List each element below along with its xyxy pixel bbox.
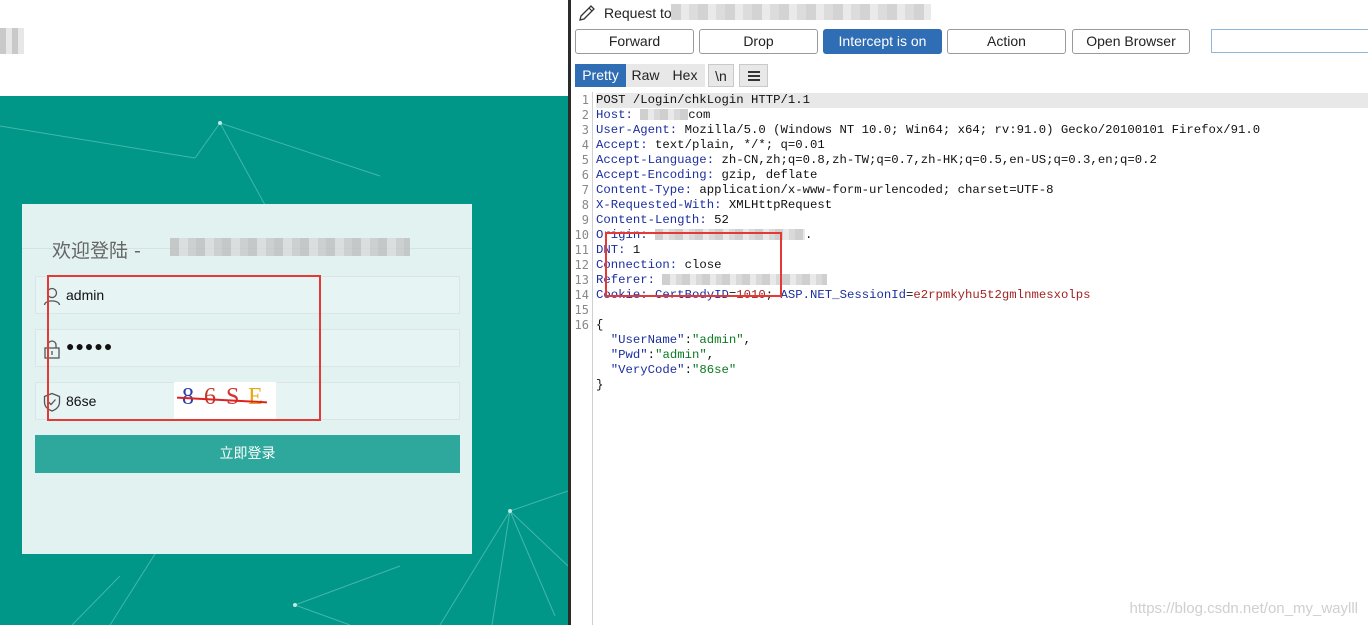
toggle-newlines-button[interactable]: \n	[708, 64, 734, 87]
json-key: "Pwd"	[610, 348, 648, 362]
line-number: 4	[581, 138, 589, 152]
line-number: 15	[574, 303, 589, 317]
line-number-gutter: 1 2 3 4 5 6 7 8 9 10 11 12 13 14 15 16	[575, 92, 593, 625]
header-accept-language: Accept-Language: zh-CN,zh;q=0.8,zh-TW;q=…	[596, 153, 1157, 167]
header-value: application/x-www-form-urlencoded; chars…	[699, 183, 1054, 197]
watermark: https://blog.csdn.net/on_my_waylll	[1129, 600, 1358, 617]
login-button[interactable]: 立即登录	[35, 435, 460, 473]
forward-button[interactable]: Forward	[575, 29, 694, 54]
intercept-toggle-button[interactable]: Intercept is on	[823, 29, 942, 54]
header-x-requested-with: X-Requested-With: XMLHttpRequest	[596, 198, 833, 212]
tab-raw[interactable]: Raw	[626, 64, 665, 87]
line-number: 12	[574, 258, 589, 272]
header-accept: Accept: text/plain, */*; q=0.01	[596, 138, 825, 152]
header-value: zh-CN,zh;q=0.8,zh-TW;q=0.7,zh-HK;q=0.5,e…	[721, 153, 1157, 167]
tab-pretty[interactable]: Pretty	[575, 64, 626, 87]
json-value: "admin"	[655, 348, 707, 362]
burp-intercept-panel: Request to Forward Drop Intercept is on …	[571, 0, 1368, 625]
action-button[interactable]: Action	[947, 29, 1066, 54]
header-content-type: Content-Type: application/x-www-form-url…	[596, 183, 1054, 197]
login-page: 欢迎登陆 - admin ●●●●● 86se 8	[0, 0, 568, 625]
line-number: 1	[581, 93, 589, 107]
line-number: 5	[581, 153, 589, 167]
line-number: 11	[574, 243, 589, 257]
blurred-site-name	[170, 238, 410, 256]
json-key: "VeryCode"	[610, 363, 685, 377]
line-number: 9	[581, 213, 589, 227]
header-key: Accept-Encoding	[596, 168, 707, 182]
search-input[interactable]	[1211, 29, 1368, 53]
header-value: text/plain, */*; q=0.01	[655, 138, 825, 152]
json-separator: ,	[743, 333, 751, 347]
blurred-target-url	[671, 4, 931, 20]
json-value: "admin"	[691, 333, 744, 347]
header-value: Mozilla/5.0 (Windows NT 10.0; Win64; x64…	[684, 123, 1261, 137]
request-title: Request to	[604, 5, 672, 21]
line-number: 14	[574, 288, 589, 302]
header-key: Content-Length	[596, 213, 700, 227]
request-title-bar: Request to	[571, 0, 1368, 27]
body-close-brace: }	[596, 378, 604, 392]
cookie-value: e2rpmkyhu5t2gmlnmesxolps	[913, 288, 1091, 302]
line-number: 2	[581, 108, 589, 122]
body-open-brace: {	[596, 318, 604, 332]
json-value: "86se"	[691, 363, 737, 377]
request-line: POST /Login/chkLogin HTTP/1.1	[596, 93, 1368, 108]
body-field-username: "UserName":"admin",	[610, 333, 751, 347]
header-user-agent: User-Agent: Mozilla/5.0 (Windows NT 10.0…	[596, 123, 1261, 137]
line-number: 6	[581, 168, 589, 182]
pencil-icon	[579, 5, 595, 21]
line-number: 16	[574, 318, 589, 332]
line-number: 3	[581, 123, 589, 137]
line-number: 7	[581, 183, 589, 197]
highlight-box	[47, 275, 321, 421]
header-key: Accept-Language	[596, 153, 707, 167]
header-value: gzip, deflate	[721, 168, 818, 182]
login-title: 欢迎登陆 -	[52, 240, 141, 262]
header-key: Accept	[596, 138, 641, 152]
drop-button[interactable]: Drop	[699, 29, 818, 54]
header-value: 52	[714, 213, 729, 227]
json-separator: ,	[706, 348, 715, 362]
menu-icon[interactable]	[739, 64, 768, 87]
line-number: 13	[574, 273, 589, 287]
header-value: .	[805, 228, 813, 242]
header-key: User-Agent	[596, 123, 670, 137]
header-accept-encoding: Accept-Encoding: gzip, deflate	[596, 168, 818, 182]
highlight-box	[605, 232, 782, 297]
header-value: com	[688, 108, 711, 122]
line-number: 10	[574, 228, 589, 242]
header-key: Content-Type	[596, 183, 685, 197]
header-content-length: Content-Length: 52	[596, 213, 729, 227]
blurred-logo	[0, 28, 24, 54]
header-key: Host	[596, 108, 626, 122]
request-editor[interactable]: 1 2 3 4 5 6 7 8 9 10 11 12 13 14 15 16 P…	[575, 92, 1368, 625]
header-value: XMLHttpRequest	[728, 198, 833, 212]
line-number: 8	[581, 198, 589, 212]
body-field-verycode: "VeryCode":"86se"	[610, 363, 737, 377]
tab-hex[interactable]: Hex	[665, 64, 705, 87]
json-key: "UserName"	[610, 333, 685, 347]
header-key: X-Requested-With	[596, 198, 715, 212]
header-host: Host: com	[596, 108, 711, 122]
cookie-name: ASP.NET_SessionId	[780, 288, 906, 302]
blurred-host	[640, 109, 689, 121]
body-field-pwd: "Pwd":"admin",	[610, 348, 715, 362]
open-browser-button[interactable]: Open Browser	[1072, 29, 1190, 54]
